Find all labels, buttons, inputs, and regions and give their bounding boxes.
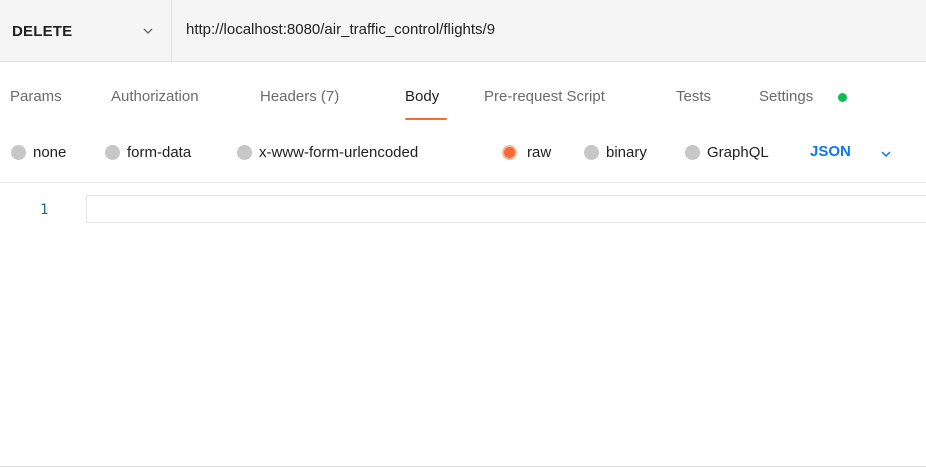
chevron-down-icon [143, 28, 153, 34]
tab-authorization[interactable]: Authorization [111, 88, 199, 105]
status-dot-icon [838, 93, 847, 102]
method-label: DELETE [12, 23, 73, 40]
radio-label: raw [527, 144, 552, 161]
url-input[interactable]: http://localhost:8080/air_traffic_contro… [186, 21, 906, 38]
body-editor: 1 [0, 195, 926, 225]
line-number: 1 [40, 202, 49, 218]
radio-label: form-data [127, 144, 192, 161]
tab-headers[interactable]: Headers (7) [260, 88, 339, 105]
tab-params[interactable]: Params [10, 88, 62, 105]
radio-label: none [33, 144, 67, 161]
radio-circle-selected [502, 145, 517, 160]
divider [0, 466, 926, 467]
request-tabs: Params Authorization Headers (7) Body Pr… [0, 84, 926, 124]
chevron-down-icon [881, 151, 891, 158]
radio-circle [584, 145, 599, 160]
radio-label: GraphQL [707, 144, 769, 161]
radio-circle [237, 145, 252, 160]
editor-line[interactable] [86, 195, 926, 223]
method-select[interactable]: DELETE [0, 0, 172, 62]
radio-label: x-www-form-urlencoded [259, 144, 419, 161]
radio-circle [11, 145, 26, 160]
request-url-bar: DELETE http://localhost:8080/air_traffic… [0, 0, 926, 62]
divider [0, 182, 926, 183]
active-tab-indicator [405, 118, 447, 120]
tab-pre-request-script[interactable]: Pre-request Script [484, 88, 605, 105]
tab-body[interactable]: Body [405, 88, 439, 105]
radio-circle [105, 145, 120, 160]
language-label: JSON [810, 143, 851, 160]
radio-circle [685, 145, 700, 160]
tab-settings[interactable]: Settings [759, 88, 813, 105]
tab-tests[interactable]: Tests [676, 88, 711, 105]
radio-label: binary [606, 144, 647, 161]
